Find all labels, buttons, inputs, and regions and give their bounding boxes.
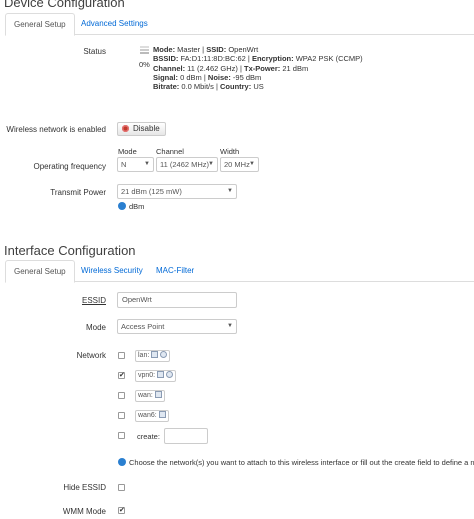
hide-essid-label: Hide ESSID bbox=[63, 483, 106, 492]
status-line: Signal: 0 dBm | Noise: -95 dBm bbox=[153, 72, 262, 82]
network-badge-wan6: wan6: bbox=[135, 410, 169, 422]
network-checkbox-create[interactable] bbox=[118, 432, 125, 439]
network-label: Network bbox=[76, 351, 106, 360]
width-caption: Width bbox=[220, 147, 240, 156]
network-badge-wan: wan: bbox=[135, 390, 165, 402]
network-hint: Choose the network(s) you want to attach… bbox=[118, 458, 474, 467]
width-select[interactable]: 20 MHz ▼ bbox=[220, 157, 259, 172]
tab-mac-filter[interactable]: MAC-Filter bbox=[148, 260, 202, 283]
chevron-down-icon: ▼ bbox=[227, 323, 233, 329]
info-icon bbox=[118, 202, 126, 210]
tab-general-setup[interactable]: General Setup bbox=[5, 13, 75, 36]
status-label: Status bbox=[83, 47, 106, 56]
ethernet-icon bbox=[158, 411, 166, 418]
operating-frequency-label: Operating frequency bbox=[33, 162, 107, 171]
transmit-power-label: Transmit Power bbox=[50, 188, 106, 197]
wireless-enabled-label: Wireless network is enabled bbox=[6, 125, 106, 134]
mode-select-interface[interactable]: Access Point ▼ bbox=[117, 319, 237, 334]
tab-advanced-settings[interactable]: Advanced Settings bbox=[73, 13, 156, 36]
hide-essid-checkbox[interactable] bbox=[118, 484, 125, 491]
channel-caption: Channel bbox=[156, 147, 184, 156]
tab-wireless-security[interactable]: Wireless Security bbox=[73, 260, 151, 283]
mode-caption: Mode bbox=[118, 147, 137, 156]
network-checkbox-wan6[interactable] bbox=[118, 412, 125, 419]
disable-icon bbox=[122, 125, 129, 132]
status-line: Bitrate: 0.0 Mbit/s | Country: US bbox=[153, 82, 264, 92]
status-line: Channel: 11 (2.462 GHz) | Tx-Power: 21 d… bbox=[153, 63, 309, 73]
chevron-down-icon: ▼ bbox=[144, 161, 150, 167]
wmm-mode-checkbox[interactable]: ✔ bbox=[118, 507, 125, 514]
device-config-title: Device Configuration bbox=[4, 0, 125, 10]
interface-tabs: General Setup Wireless Security MAC-Filt… bbox=[5, 260, 474, 283]
ethernet-icon bbox=[157, 371, 165, 378]
essid-label: ESSID bbox=[81, 296, 106, 305]
ethernet-icon bbox=[154, 391, 162, 398]
create-label: create: bbox=[137, 432, 160, 441]
network-badge-vpn0: vpn0: bbox=[135, 370, 177, 382]
ethernet-icon bbox=[151, 351, 159, 358]
wifi-signal-icon bbox=[140, 46, 149, 54]
device-tabs: General Setup Advanced Settings bbox=[5, 13, 474, 36]
network-badge-lan: lan: bbox=[135, 350, 171, 362]
info-icon bbox=[118, 458, 126, 466]
essid-input[interactable]: OpenWrt bbox=[117, 292, 237, 308]
chevron-down-icon: ▼ bbox=[249, 161, 255, 167]
transmit-power-select[interactable]: 21 dBm (125 mW) ▼ bbox=[117, 184, 237, 199]
network-checkbox-lan[interactable] bbox=[118, 352, 125, 359]
wireless-icon bbox=[166, 371, 174, 378]
status-line: BSSID: FA:D1:11:8D:BC:62 | Encryption: W… bbox=[153, 54, 363, 64]
wmm-mode-label: WMM Mode bbox=[62, 507, 106, 516]
network-checkbox-wan[interactable] bbox=[118, 392, 125, 399]
tx-power-hint: dBm bbox=[118, 202, 144, 211]
status-line: Mode: Master | SSID: OpenWrt bbox=[153, 45, 259, 54]
chevron-down-icon: ▼ bbox=[227, 188, 233, 194]
tab-general-setup[interactable]: General Setup bbox=[5, 260, 75, 283]
mode-label: Mode bbox=[85, 323, 106, 332]
disable-button[interactable]: Disable bbox=[117, 122, 166, 136]
wireless-icon bbox=[160, 351, 168, 358]
mode-select[interactable]: N ▼ bbox=[117, 157, 154, 172]
signal-percent: 0% bbox=[139, 60, 150, 69]
status-details: Mode: Master | SSID: OpenWrt BSSID: FA:D… bbox=[153, 45, 363, 91]
network-checkbox-vpn0[interactable]: ✔ bbox=[118, 372, 125, 379]
interface-config-title: Interface Configuration bbox=[4, 243, 136, 258]
create-network-input[interactable] bbox=[164, 428, 208, 444]
chevron-down-icon: ▼ bbox=[208, 161, 214, 167]
channel-select[interactable]: 11 (2462 MHz) ▼ bbox=[156, 157, 218, 172]
